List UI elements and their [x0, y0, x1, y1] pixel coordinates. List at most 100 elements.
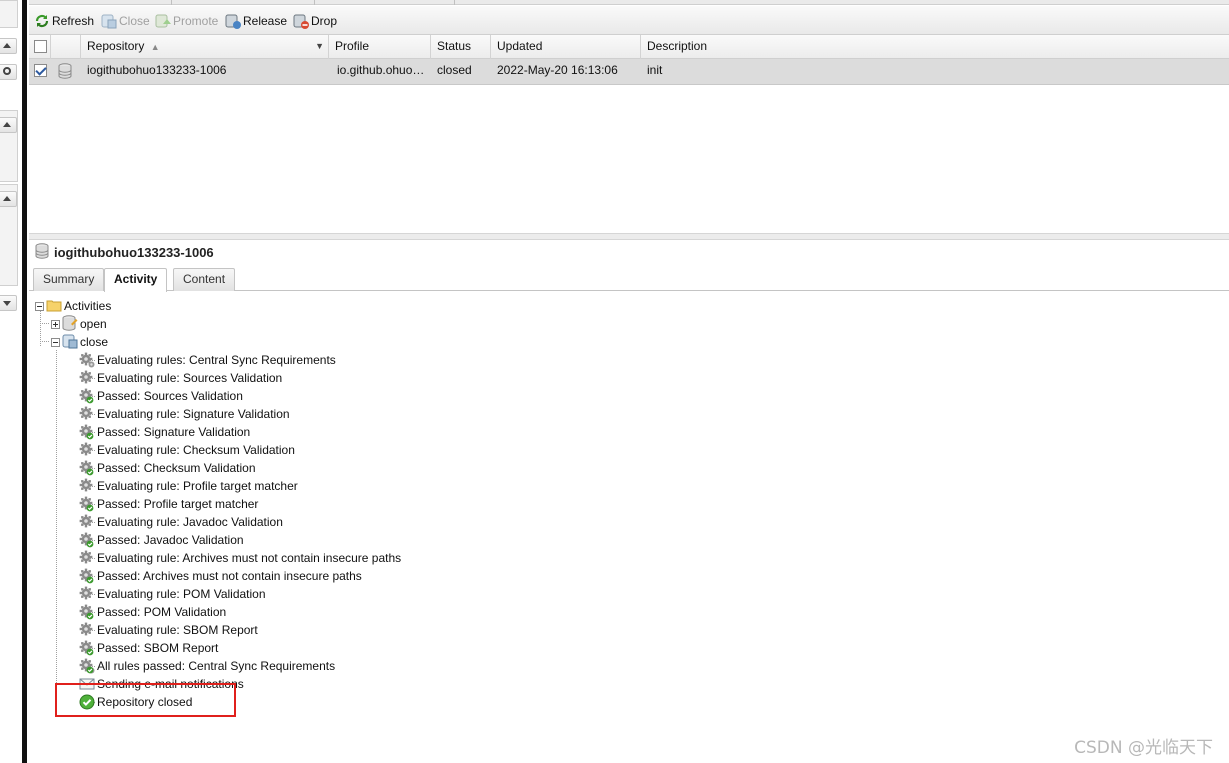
cell-description: init	[647, 63, 663, 77]
activity-event-label: Evaluating rule: Sources Validation	[97, 371, 283, 385]
gear-passed-icon	[79, 604, 95, 620]
cell-repository: iogithubohuo133233-1006	[87, 63, 227, 77]
column-header-updated[interactable]: Updated	[491, 35, 641, 59]
column-menu-icon[interactable]: ▼	[315, 35, 324, 58]
expand-icon[interactable]	[51, 319, 60, 329]
select-all-checkbox[interactable]	[34, 40, 47, 53]
scroll-up-button[interactable]	[0, 38, 17, 54]
gear-passed-icon	[79, 532, 95, 548]
promote-label: Promote	[173, 14, 219, 28]
gear-icon	[79, 406, 95, 422]
activity-event-item[interactable]: Evaluating rule: Signature Validation	[79, 405, 290, 423]
tree-node-label: close	[80, 335, 109, 349]
select-all-cell	[29, 35, 51, 59]
left-panel-section	[0, 0, 18, 28]
gears-icon	[79, 352, 95, 368]
activity-event-item[interactable]: Evaluating rule: Archives must not conta…	[79, 549, 401, 567]
refresh-label: Refresh	[52, 14, 95, 28]
expand-down-button[interactable]	[0, 295, 17, 311]
activity-event-label: Passed: POM Validation	[97, 605, 227, 619]
activity-event-item[interactable]: Passed: Checksum Validation	[79, 459, 256, 477]
activity-event-label: Passed: Javadoc Validation	[97, 533, 244, 547]
activity-event-label: Passed: Checksum Validation	[97, 461, 256, 475]
tab-summary[interactable]: Summary	[33, 268, 105, 291]
collapse-up-button[interactable]	[0, 191, 17, 207]
window-divider	[22, 0, 27, 763]
promote-button[interactable]: Promote	[155, 12, 218, 30]
main-panel: Refresh Close Promote Release Drop Repos…	[29, 0, 1229, 763]
sort-ascending-icon: ▲	[150, 42, 160, 52]
activity-event-label: Evaluating rule: POM Validation	[97, 587, 266, 601]
activity-event-item[interactable]: Passed: Sources Validation	[79, 387, 243, 405]
collapse-up-button[interactable]	[0, 117, 17, 133]
gear-icon	[79, 550, 95, 566]
collapse-icon[interactable]	[35, 301, 44, 311]
detail-title: iogithubohuo133233-1006	[35, 242, 214, 262]
gear-passed-icon	[79, 424, 95, 440]
activity-event-item[interactable]: All rules passed: Central Sync Requireme…	[79, 657, 335, 675]
drop-label: Drop	[311, 14, 338, 28]
gear-passed-icon	[79, 640, 95, 656]
watermark: CSDN @光临天下	[1074, 738, 1213, 758]
row-checkbox[interactable]	[34, 64, 47, 77]
release-label: Release	[243, 14, 288, 28]
activity-event-item[interactable]: Passed: Signature Validation	[79, 423, 250, 441]
table-row[interactable]: iogithubohuo133233-1006 io.github.ohuo… …	[29, 59, 1229, 85]
icon-column-header	[51, 35, 81, 59]
column-header-repository[interactable]: Repository ▲ ▼	[81, 35, 329, 59]
gears-passed-icon	[79, 658, 95, 674]
refresh-button[interactable]: Refresh	[34, 12, 94, 30]
collapse-icon[interactable]	[51, 337, 60, 347]
gear-passed-icon	[79, 496, 95, 512]
tree-node-open[interactable]: open	[51, 314, 107, 334]
activity-event-label: Evaluating rule: Profile target matcher	[97, 479, 298, 493]
open-repository-icon	[62, 314, 78, 334]
activity-event-item[interactable]: Evaluating rule: Javadoc Validation	[79, 513, 283, 531]
highlight-box	[55, 683, 236, 717]
column-header-description[interactable]: Description	[641, 35, 1229, 59]
repository-icon	[58, 63, 72, 82]
activity-event-item[interactable]: Passed: POM Validation	[79, 603, 226, 621]
column-header-profile[interactable]: Profile	[329, 35, 431, 59]
gear-icon	[79, 622, 95, 638]
tab-activity[interactable]: Activity	[104, 268, 168, 292]
panel-splitter[interactable]	[29, 233, 1229, 240]
activity-event-item[interactable]: Passed: Javadoc Validation	[79, 531, 244, 549]
activity-event-item[interactable]: Evaluating rules: Central Sync Requireme…	[79, 351, 336, 369]
activity-event-item[interactable]: Evaluating rule: Sources Validation	[79, 369, 282, 387]
activity-event-label: Passed: Signature Validation	[97, 425, 251, 439]
left-panel-strip	[0, 0, 22, 763]
grid-header: Repository ▲ ▼ Profile Status Updated De…	[29, 35, 1229, 59]
gear-passed-icon	[79, 460, 95, 476]
gear-icon	[79, 478, 95, 494]
close-repository-icon	[62, 333, 78, 352]
tab-content[interactable]: Content	[173, 268, 236, 291]
gear-icon	[79, 442, 95, 458]
repository-icon	[35, 242, 49, 262]
gear-icon	[79, 586, 95, 602]
close-label: Close	[119, 14, 150, 28]
tree-node-activities[interactable]: Activities	[35, 297, 111, 315]
promote-icon	[155, 13, 171, 29]
close-repository-icon	[101, 13, 117, 29]
activity-event-label: Passed: Sources Validation	[97, 389, 243, 403]
release-button[interactable]: Release	[225, 12, 287, 30]
activity-event-item[interactable]: Passed: Profile target matcher	[79, 495, 258, 513]
gear-icon	[79, 514, 95, 530]
activity-event-item[interactable]: Passed: SBOM Report	[79, 639, 218, 657]
activity-event-item[interactable]: Evaluating rule: Checksum Validation	[79, 441, 295, 459]
search-icon-button[interactable]	[0, 64, 17, 80]
drop-button[interactable]: Drop	[293, 12, 337, 30]
activity-event-item[interactable]: Passed: Archives must not contain insecu…	[79, 567, 362, 585]
activity-event-item[interactable]: Evaluating rule: POM Validation	[79, 585, 266, 603]
activity-event-label: Evaluating rule: SBOM Report	[97, 623, 258, 637]
column-header-status[interactable]: Status	[431, 35, 491, 59]
activity-event-item[interactable]: Evaluating rule: SBOM Report	[79, 621, 258, 639]
tree-node-label: Activities	[64, 299, 112, 313]
tree-node-label: open	[80, 317, 107, 331]
tree-node-close[interactable]: close	[51, 333, 108, 351]
gear-passed-icon	[79, 388, 95, 404]
activity-event-label: Evaluating rules: Central Sync Requireme…	[97, 353, 336, 367]
close-button[interactable]: Close	[101, 12, 150, 30]
activity-event-item[interactable]: Evaluating rule: Profile target matcher	[79, 477, 298, 495]
